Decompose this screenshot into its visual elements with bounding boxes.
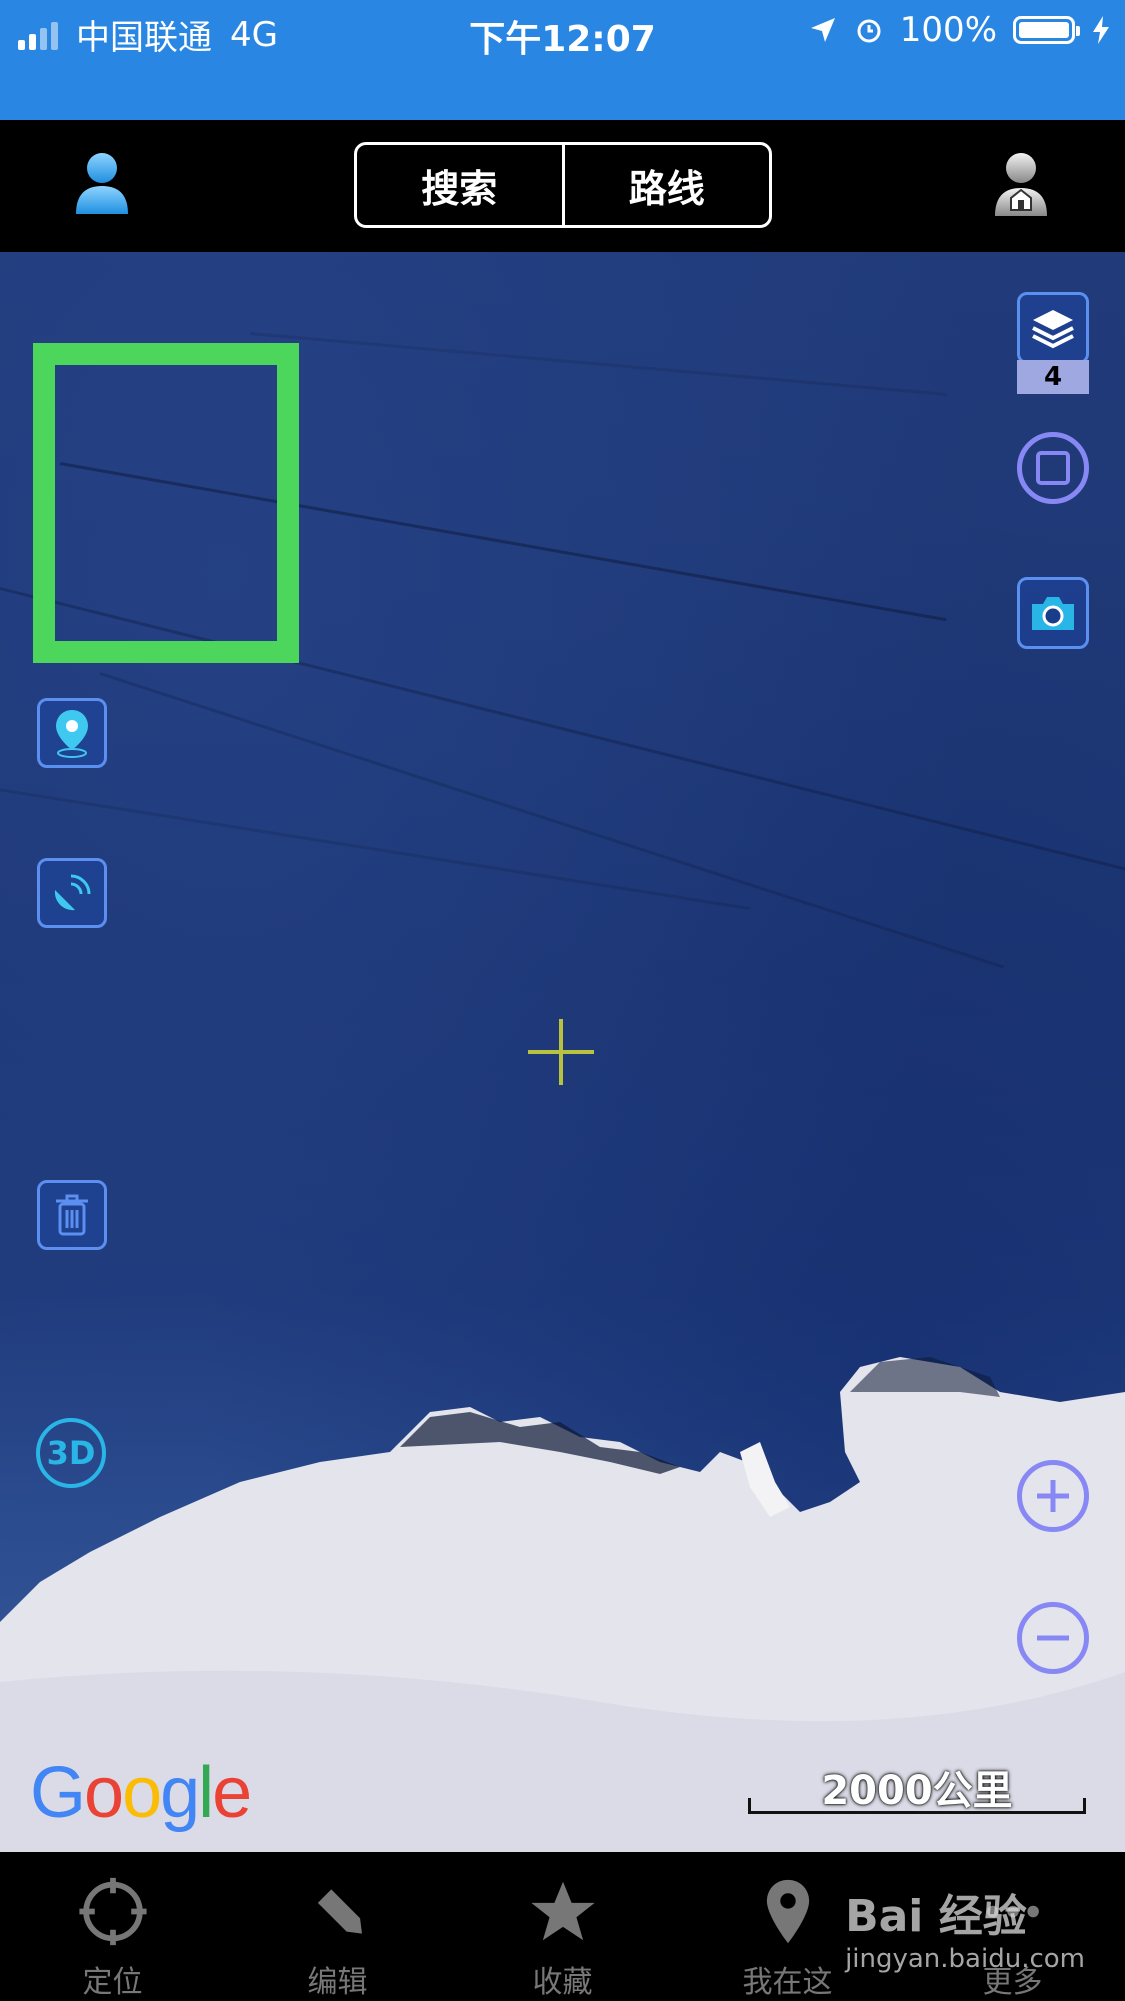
pencil-icon bbox=[317, 1889, 362, 1934]
user-icon bbox=[76, 153, 128, 214]
route-tab[interactable]: 路线 bbox=[561, 145, 770, 225]
home-user-icon bbox=[995, 153, 1047, 216]
search-tab[interactable]: 搜索 bbox=[357, 145, 562, 225]
map-pin-icon bbox=[56, 710, 88, 758]
google-logo: Google bbox=[30, 1753, 252, 1833]
tab-favorites-label: 收藏 bbox=[532, 1965, 593, 2000]
baidu-watermark: Bai 经验 jingyan.baidu.com bbox=[845, 1880, 1085, 1974]
locate-icon bbox=[78, 1877, 147, 1946]
tab-edit-label: 编辑 bbox=[307, 1965, 368, 2000]
satellite-dish-icon bbox=[54, 874, 91, 911]
minus-icon bbox=[1037, 1635, 1069, 1641]
map-view[interactable]: 4 3D Google 2000公里 bbox=[0, 252, 1125, 1852]
profile-button[interactable] bbox=[72, 150, 132, 218]
tab-i-am-here-label: 我在这 bbox=[742, 1965, 833, 2000]
tab-locate[interactable]: 定位 bbox=[0, 1852, 225, 2001]
delete-button[interactable] bbox=[37, 1180, 107, 1250]
location-arrow-icon bbox=[810, 18, 835, 42]
battery-icon bbox=[1013, 16, 1080, 44]
pin-icon bbox=[766, 1879, 809, 1944]
map-scale: 2000公里 bbox=[748, 1758, 1086, 1814]
scale-bar bbox=[748, 1798, 1086, 1814]
trash-icon bbox=[56, 1194, 88, 1236]
tab-locate-label: 定位 bbox=[82, 1965, 143, 2000]
alarm-icon bbox=[857, 19, 881, 43]
layers-count-badge: 4 bbox=[1017, 360, 1089, 394]
satellite-button[interactable] bbox=[37, 858, 107, 928]
home-user-button[interactable] bbox=[990, 150, 1052, 220]
camera-button[interactable] bbox=[1017, 577, 1089, 649]
top-bar: 搜索 路线 bbox=[0, 120, 1125, 252]
plus-icon bbox=[1037, 1480, 1069, 1512]
battery-percent: 100% bbox=[899, 10, 997, 50]
tab-edit[interactable]: 编辑 bbox=[225, 1852, 450, 2001]
zoom-in-button[interactable] bbox=[1017, 1460, 1089, 1532]
mark-location-button[interactable] bbox=[37, 698, 107, 768]
charging-icon bbox=[1093, 16, 1109, 44]
frame-button[interactable] bbox=[1017, 432, 1089, 504]
crosshair-icon bbox=[528, 1019, 594, 1085]
tab-favorites[interactable]: 收藏 bbox=[450, 1852, 675, 2001]
search-route-segment: 搜索 路线 bbox=[354, 142, 772, 228]
watermark-brand: Bai 经验 bbox=[845, 1891, 1027, 1942]
layers-icon bbox=[1032, 310, 1074, 349]
watermark-url: jingyan.baidu.com bbox=[845, 1944, 1085, 1974]
zoom-out-button[interactable] bbox=[1017, 1602, 1089, 1674]
status-bar: 中国联通 4G 下午12:07 100% bbox=[0, 0, 1125, 120]
square-frame-icon bbox=[1036, 451, 1070, 485]
status-right: 100% bbox=[808, 10, 1111, 50]
layers-button[interactable] bbox=[1017, 292, 1089, 364]
star-icon bbox=[530, 1881, 595, 1941]
highlight-box bbox=[33, 343, 299, 663]
camera-icon bbox=[1032, 597, 1074, 630]
3d-toggle-button[interactable]: 3D bbox=[36, 1418, 106, 1488]
